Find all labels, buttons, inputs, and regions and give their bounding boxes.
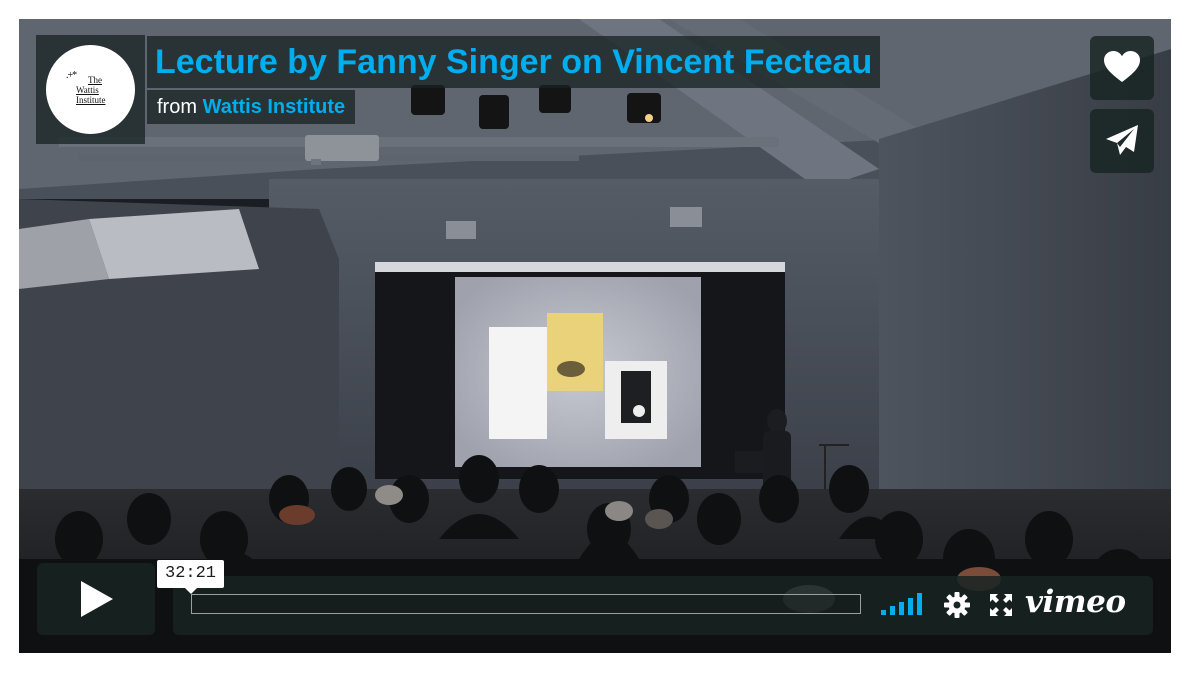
timecode-tooltip: 32:21 bbox=[157, 560, 225, 594]
logo-line-3: Institute bbox=[76, 95, 106, 105]
author-portrait-frame[interactable]: .+* The Wattis Institute bbox=[36, 35, 145, 144]
byline-prefix: from bbox=[157, 96, 197, 118]
volume-bar bbox=[890, 606, 895, 615]
volume-control[interactable] bbox=[881, 593, 927, 615]
volume-bar bbox=[899, 602, 904, 615]
logo-line-1: The bbox=[88, 75, 102, 85]
author-link[interactable]: Wattis Institute bbox=[203, 96, 346, 118]
author-avatar[interactable]: .+* The Wattis Institute bbox=[46, 45, 135, 134]
fullscreen-icon[interactable] bbox=[989, 593, 1013, 617]
video-player[interactable]: .+* The Wattis Institute Lecture by Fann… bbox=[19, 19, 1171, 653]
video-byline: from Wattis Institute bbox=[147, 90, 356, 124]
control-bar: vimeo bbox=[173, 576, 1153, 635]
share-button[interactable] bbox=[1090, 109, 1154, 173]
vimeo-logo[interactable]: vimeo bbox=[1025, 584, 1126, 620]
volume-bar bbox=[908, 598, 913, 615]
volume-bar bbox=[917, 593, 922, 615]
like-button[interactable] bbox=[1090, 36, 1154, 100]
play-button[interactable] bbox=[37, 563, 155, 635]
logo-line-2: Wattis bbox=[76, 85, 99, 95]
volume-bar bbox=[881, 610, 886, 615]
play-icon bbox=[81, 581, 113, 617]
gear-icon[interactable] bbox=[943, 591, 971, 619]
progress-bar[interactable] bbox=[191, 594, 861, 614]
logo-mark: .+* bbox=[66, 70, 77, 81]
paper-plane-icon bbox=[1106, 125, 1138, 155]
video-title[interactable]: Lecture by Fanny Singer on Vincent Fecte… bbox=[147, 36, 881, 88]
heart-icon bbox=[1104, 51, 1140, 82]
avatar-logo-text: .+* The Wattis Institute bbox=[66, 71, 106, 106]
